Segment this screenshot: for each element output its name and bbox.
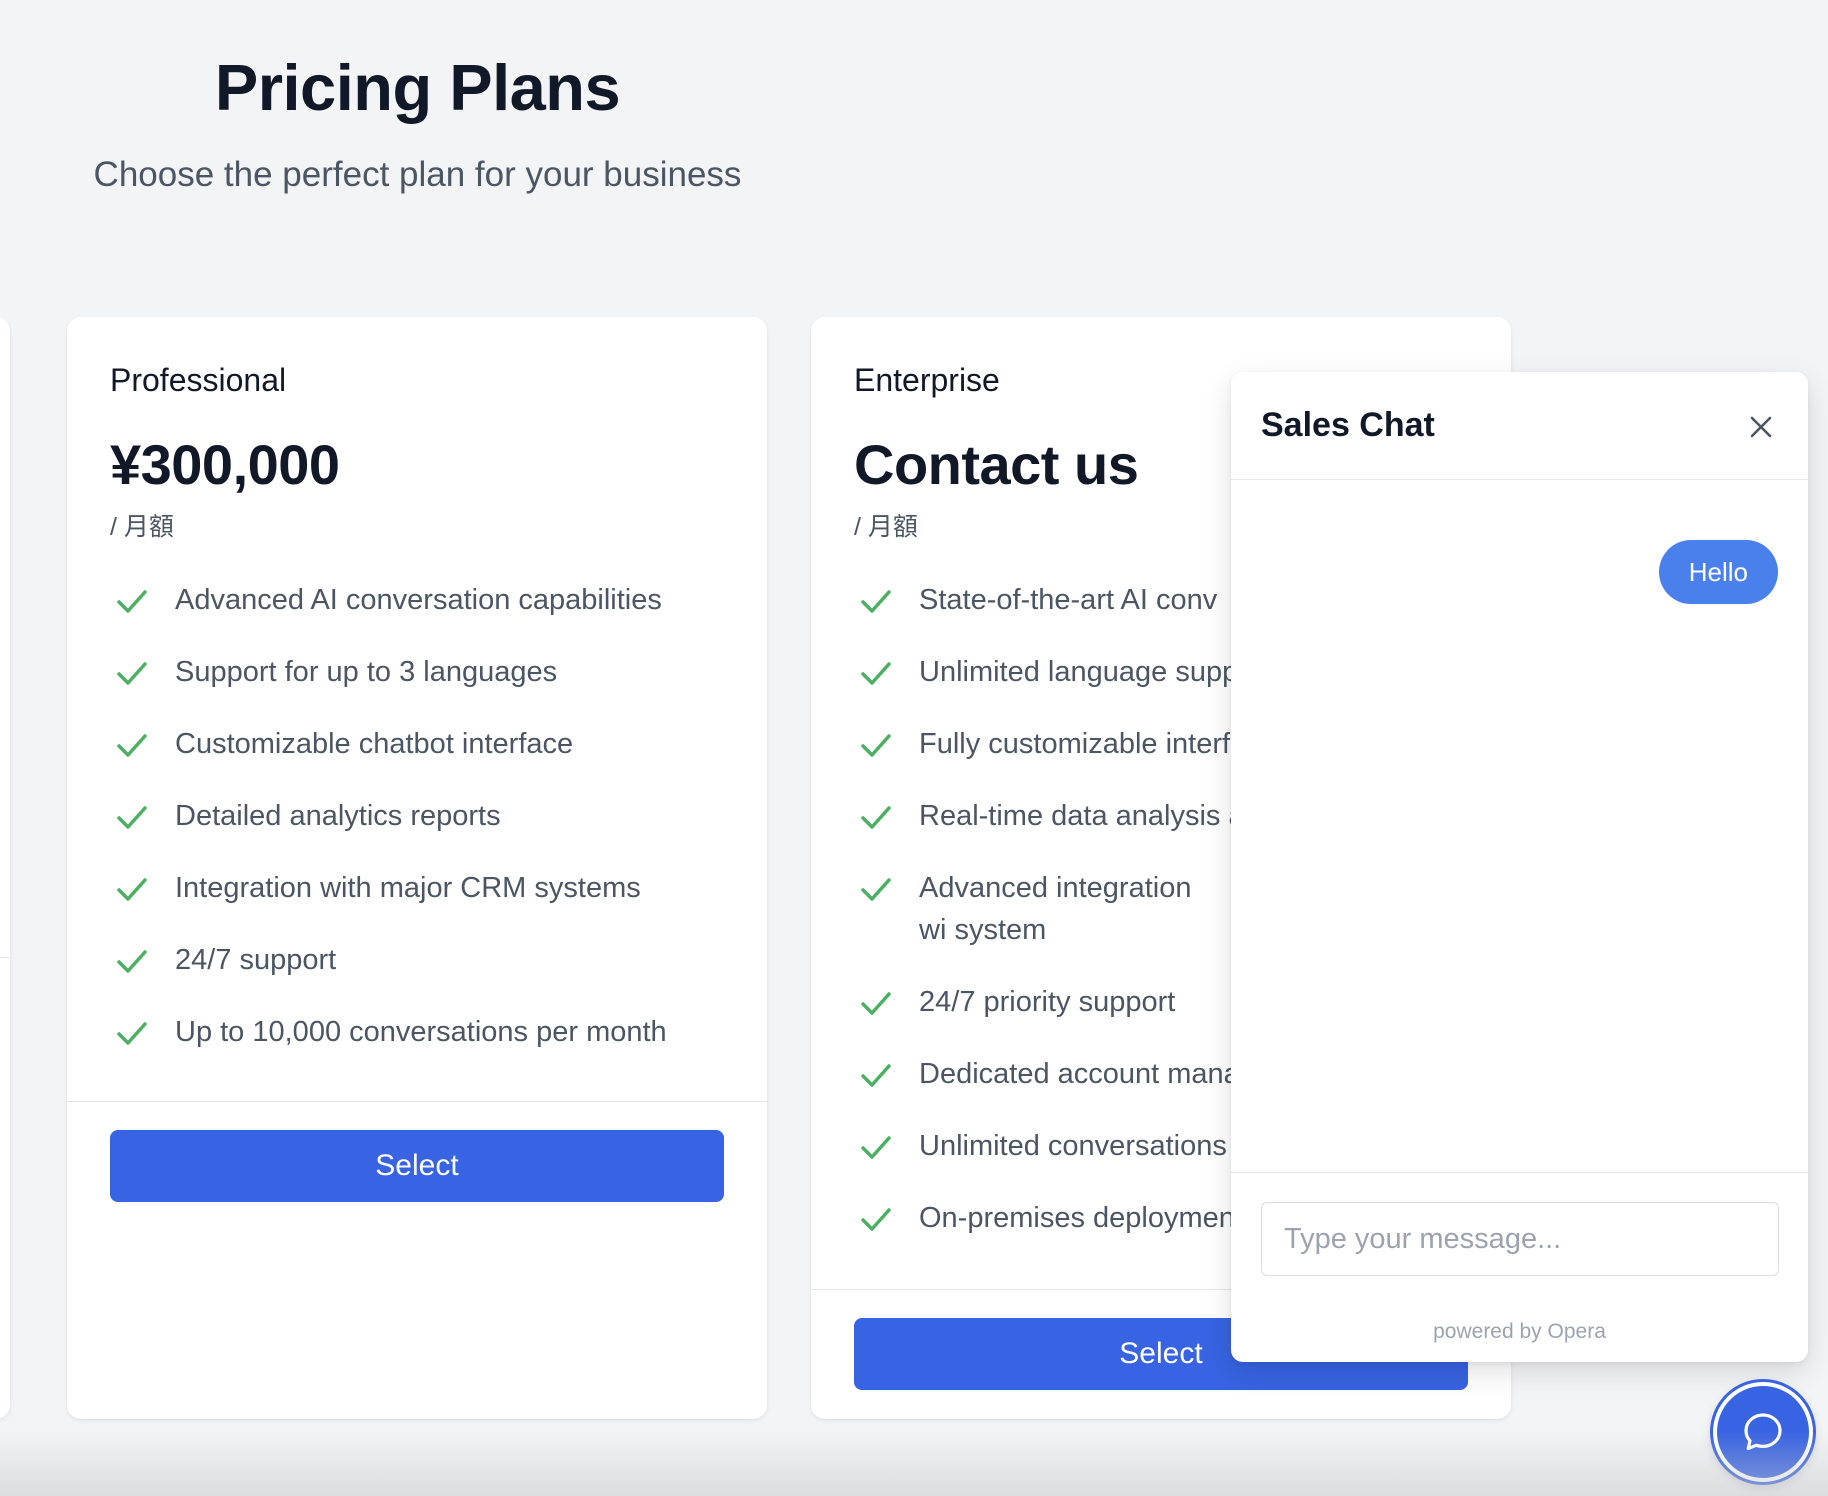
check-icon	[861, 878, 891, 901]
feature-text: Detailed analytics reports	[175, 800, 501, 832]
chat-header: Sales Chat	[1231, 372, 1808, 480]
page-title: Pricing Plans	[214, 51, 621, 124]
feature-text: Advanced AI conversation capabilities	[175, 584, 662, 616]
feature-item: 24/7 support	[110, 939, 737, 981]
feature-text: Fully customizable interf	[919, 728, 1231, 760]
powered-by-label: powered by Opera	[1433, 1320, 1606, 1343]
plan-price: ¥300,000	[110, 433, 340, 496]
check-icon	[117, 662, 147, 685]
check-icon	[117, 950, 147, 973]
plan-name: Professional	[110, 362, 287, 398]
select-professional-button[interactable]: Select	[110, 1130, 724, 1202]
feature-text: On-premises deploymen	[919, 1202, 1235, 1234]
plan-name: Enterprise	[854, 362, 1000, 398]
plan-card-partial	[0, 317, 10, 1419]
feature-text: 24/7 priority support	[919, 986, 1176, 1018]
chat-message-input[interactable]	[1261, 1202, 1779, 1276]
feature-text: State-of-the-art AI conv	[919, 584, 1218, 616]
feature-item: Integration with major CRM systems	[110, 867, 737, 909]
close-icon[interactable]	[1746, 412, 1776, 442]
card-divider	[67, 1101, 767, 1102]
plan-period: / 月額	[854, 513, 918, 541]
feature-text: Up to 10,000 conversations per month	[175, 1016, 667, 1048]
check-icon	[861, 806, 891, 829]
feature-item: Customizable chatbot interface	[110, 723, 737, 765]
feature-text: Integration with major CRM systems	[175, 872, 641, 904]
check-icon	[861, 590, 891, 613]
check-icon	[861, 1136, 891, 1159]
check-icon	[861, 992, 891, 1015]
bottom-shade	[0, 1430, 1828, 1496]
feature-item: Up to 10,000 conversations per month	[110, 1011, 737, 1053]
page-subtitle: Choose the perfect plan for your busines…	[93, 155, 742, 194]
feature-text: Real-time data analysis a	[919, 800, 1245, 832]
check-icon	[117, 878, 147, 901]
plan-card-professional: Professional ¥300,000 / 月額 Advanced AI c…	[67, 317, 767, 1419]
chat-launcher-button[interactable]	[1713, 1382, 1813, 1482]
feature-text: Dedicated account mana	[919, 1058, 1240, 1090]
check-icon	[861, 734, 891, 757]
feature-text: Support for up to 3 languages	[175, 656, 558, 688]
chat-divider	[1231, 1172, 1808, 1173]
pricing-page: Pricing Plans Choose the perfect plan fo…	[0, 0, 1828, 1496]
feature-item: Advanced AI conversation capabilities	[110, 579, 737, 621]
feature-text: Unlimited language supp	[919, 656, 1239, 688]
feature-item: Detailed analytics reports	[110, 795, 737, 837]
check-icon	[117, 1022, 147, 1045]
card-divider	[0, 957, 10, 958]
check-icon	[861, 662, 891, 685]
sales-chat-panel: Sales Chat Hello powered by Opera	[1231, 372, 1808, 1362]
feature-list: Advanced AI conversation capabilities Su…	[110, 579, 737, 1083]
check-icon	[117, 806, 147, 829]
feature-text: Advanced integration wi system	[919, 872, 1192, 946]
chat-bubble-icon	[1744, 1413, 1782, 1451]
feature-text: 24/7 support	[175, 944, 337, 976]
feature-text: Customizable chatbot interface	[175, 728, 574, 760]
chat-title: Sales Chat	[1261, 406, 1435, 444]
check-icon	[117, 590, 147, 613]
chat-message-user: Hello	[1658, 540, 1778, 604]
feature-text: Unlimited conversations	[919, 1130, 1227, 1162]
check-icon	[861, 1208, 891, 1231]
check-icon	[861, 1064, 891, 1087]
feature-item: Advanced integration wi system	[854, 867, 1194, 951]
plan-period: / 月額	[110, 513, 174, 541]
plan-price: Contact us	[854, 433, 1139, 496]
check-icon	[117, 734, 147, 757]
feature-item: Support for up to 3 languages	[110, 651, 737, 693]
